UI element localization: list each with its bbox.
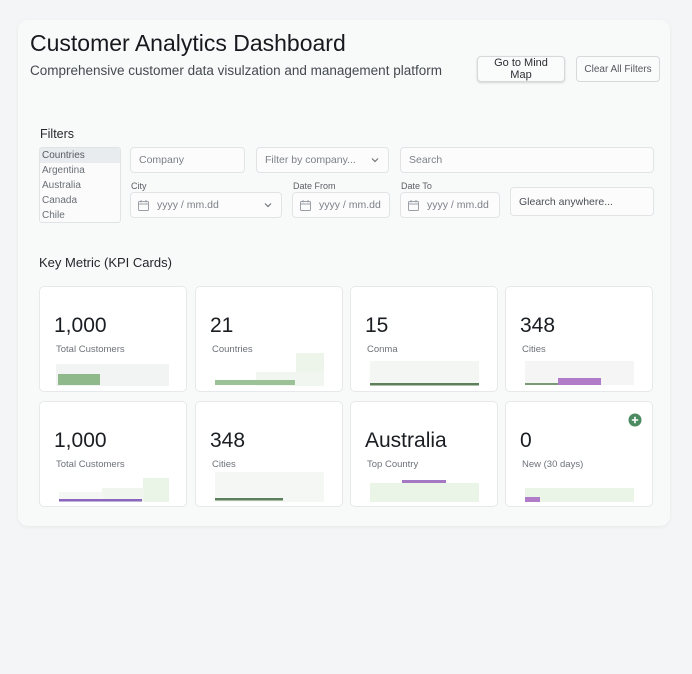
kpi-bar — [402, 480, 446, 483]
company-filter-placeholder: Filter by company... — [265, 154, 356, 166]
countries-listbox[interactable]: Countries Argentina Australia Canada Chi… — [39, 147, 121, 223]
country-option[interactable]: Canada — [40, 193, 120, 208]
page-title: Customer Analytics Dashboard — [30, 30, 346, 56]
kpi-label: Countries — [212, 344, 253, 355]
kpi-sparkline — [59, 478, 169, 502]
kpi-value: Australia — [365, 429, 447, 452]
company-input[interactable]: Company — [130, 147, 245, 173]
chevron-down-icon — [371, 158, 379, 163]
country-option[interactable]: Argentina — [40, 163, 120, 178]
city-date-input[interactable]: yyyy / mm.dd — [130, 192, 282, 218]
kpi-label: New (30 days) — [522, 459, 584, 470]
country-option[interactable]: Countries — [40, 148, 120, 163]
kpi-bar — [370, 383, 479, 386]
kpi-bar — [58, 374, 100, 385]
kpi-bar — [525, 497, 540, 502]
kpi-card-cities-2: 348 Cities — [195, 401, 343, 507]
calendar-icon — [138, 199, 149, 211]
chevron-down-icon — [264, 203, 272, 208]
search-placeholder: Search — [409, 154, 443, 166]
date-to-placeholder: yyyy / mm.dd — [427, 199, 489, 211]
kpi-card-cities: 348 Cities — [505, 286, 653, 392]
date-from-placeholder: yyyy / mm.dd — [319, 199, 381, 211]
kpi-sparkline — [56, 364, 169, 386]
kpi-card-conma: 15 Conma — [350, 286, 498, 392]
company-filter-select[interactable]: Filter by company... — [256, 147, 389, 173]
kpi-bar — [215, 498, 283, 501]
kpi-sparkline — [370, 480, 479, 502]
search-anywhere-placeholder: Glearch anywhere... — [519, 195, 613, 208]
kpi-bar — [215, 380, 295, 385]
calendar-icon — [300, 199, 311, 211]
kpi-value: 21 — [210, 314, 234, 337]
kpi-bar — [558, 378, 601, 385]
kpi-label: Total Customers — [56, 459, 125, 470]
kpi-value: 348 — [520, 314, 556, 337]
kpi-value: 15 — [365, 314, 389, 337]
kpi-label: Cities — [522, 344, 546, 355]
country-option[interactable]: Australia — [40, 178, 120, 193]
kpi-value: 1,000 — [54, 429, 107, 452]
kpi-sparkline — [525, 488, 634, 502]
page-subtitle: Comprehensive customer data visulzation … — [30, 63, 442, 78]
date-from-label: Date From — [293, 181, 336, 191]
date-from-input[interactable]: yyyy / mm.dd — [292, 192, 390, 218]
search-input[interactable]: Search — [400, 147, 654, 173]
kpi-sparkline — [525, 361, 634, 385]
go-to-mind-map-button[interactable]: Go to Mind Map — [477, 56, 565, 82]
kpi-sparkline — [215, 472, 324, 502]
company-placeholder: Company — [139, 154, 184, 166]
kpi-sparkline — [370, 361, 479, 386]
kpi-sparkline — [215, 353, 324, 386]
kpi-label: Cities — [212, 459, 236, 470]
country-option[interactable]: Chile — [40, 208, 120, 222]
date-to-input[interactable]: yyyy / mm.dd — [400, 192, 500, 218]
kpi-heading: Key Metric (KPI Cards) — [39, 255, 172, 270]
kpi-bar — [59, 499, 142, 502]
search-anywhere-input[interactable]: Glearch anywhere... — [510, 187, 654, 216]
kpi-card-top-country: Australia Top Country — [350, 401, 498, 507]
clear-all-filters-button[interactable]: Clear All Filters — [576, 56, 660, 82]
kpi-label: Top Country — [367, 459, 419, 470]
kpi-card-total-customers: 1,000 Total Customers — [39, 286, 187, 392]
kpi-card-new-30-days: 0 New (30 days) — [505, 401, 653, 507]
calendar-icon — [408, 199, 419, 211]
kpi-value: 348 — [210, 429, 246, 452]
kpi-label: Conma — [367, 344, 398, 355]
filters-heading: Filters — [40, 127, 75, 141]
kpi-card-countries: 21 Countries — [195, 286, 343, 392]
date-to-label: Date To — [401, 181, 432, 191]
kpi-card-total-customers-2: 1,000 Total Customers — [39, 401, 187, 507]
city-label: City — [131, 181, 147, 191]
kpi-label: Total Customers — [56, 344, 125, 355]
city-date-placeholder: yyyy / mm.dd — [157, 199, 219, 211]
kpi-value: 0 — [520, 429, 532, 452]
kpi-value: 1,000 — [54, 314, 107, 337]
